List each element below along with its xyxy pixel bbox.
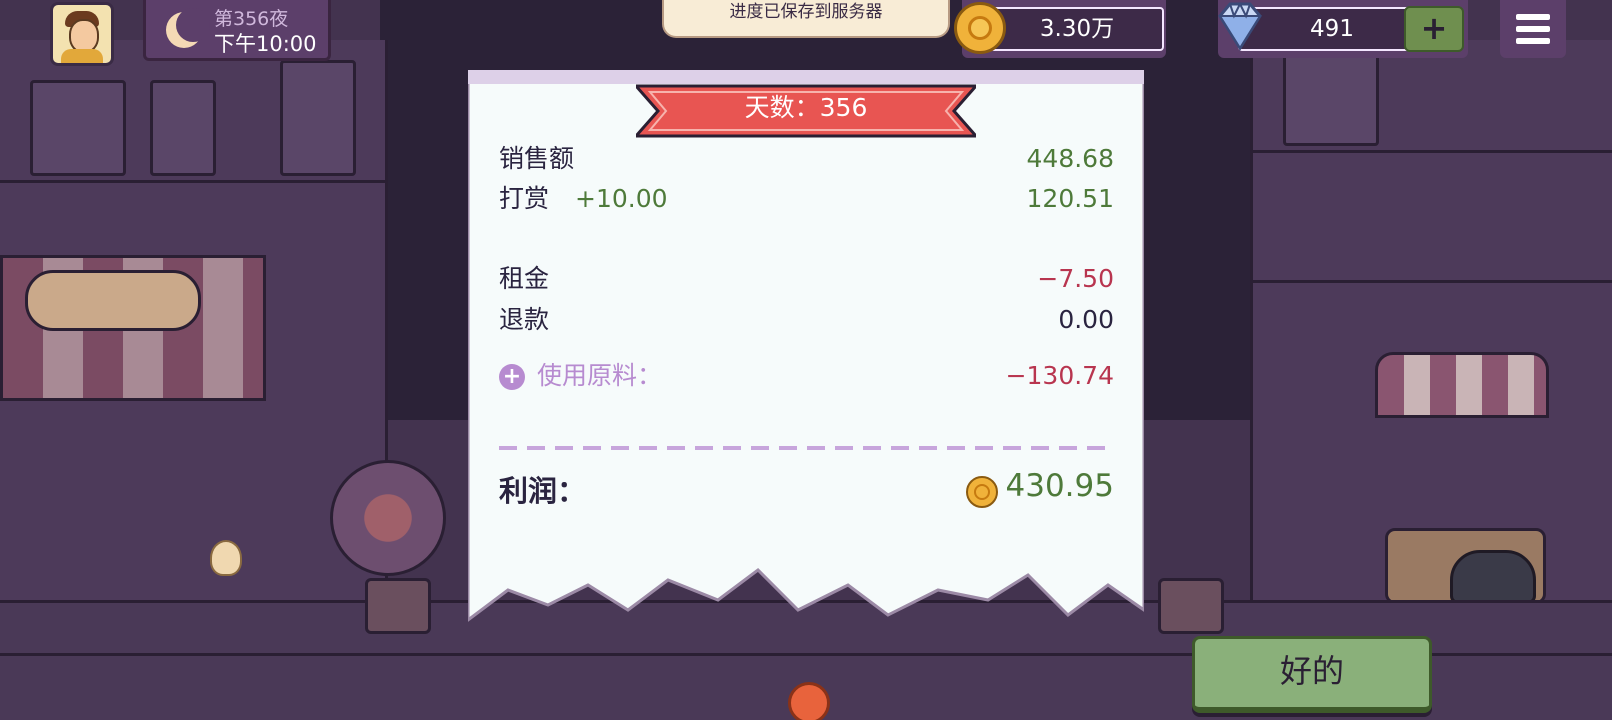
coin-amount: 3.30万 xyxy=(990,7,1164,51)
rent-row: 租金 −7.50 xyxy=(499,261,1114,297)
stool xyxy=(365,578,431,634)
day-time-panel: 第356夜 下午10:00 xyxy=(143,0,331,61)
diamond-icon xyxy=(1218,1,1262,51)
coin-counter: 3.30万 xyxy=(954,0,1166,58)
tips-row: 打赏 +10.00 120.51 xyxy=(499,181,1114,217)
rent-label: 租金 xyxy=(499,264,550,293)
refund-label: 退款 xyxy=(499,305,550,334)
materials-row[interactable]: + 使用原料： −130.74 xyxy=(499,358,1114,394)
menu-button[interactable] xyxy=(1500,0,1566,58)
bone-sign xyxy=(25,270,201,331)
save-toast: 进度已保存到服务器 xyxy=(662,0,950,38)
moon-icon xyxy=(166,8,210,48)
add-gems-button[interactable]: + xyxy=(1404,6,1464,52)
dropped-food xyxy=(210,540,242,576)
expand-plus-icon[interactable]: + xyxy=(499,364,525,390)
receipt-title: 天数：356 xyxy=(744,93,868,122)
materials-label: 使用原料： xyxy=(537,361,663,390)
sales-row: 销售额 448.68 xyxy=(499,141,1114,177)
flower-bicycle xyxy=(330,460,446,576)
divider xyxy=(499,446,1114,450)
profit-value: 430.95 xyxy=(1005,468,1114,504)
player-avatar[interactable] xyxy=(50,2,114,66)
materials-value: −130.74 xyxy=(1005,361,1114,390)
stool xyxy=(1158,578,1224,634)
coin-icon xyxy=(966,476,998,508)
sales-value: 448.68 xyxy=(1026,144,1114,173)
refund-row: 退款 0.00 xyxy=(499,302,1114,338)
rent-value: −7.50 xyxy=(1037,264,1114,293)
profit-label: 利润： xyxy=(499,474,587,508)
refund-value: 0.00 xyxy=(1058,305,1114,334)
tips-label: 打赏 xyxy=(499,184,550,213)
coin-drop-icon[interactable] xyxy=(788,682,830,720)
coin-icon xyxy=(954,2,1006,54)
sales-label: 销售额 xyxy=(499,144,575,173)
time-label: 下午10:00 xyxy=(214,32,317,56)
tips-bonus: +10.00 xyxy=(575,184,668,213)
sleeping-cat xyxy=(1450,550,1536,604)
tips-value: 120.51 xyxy=(1026,184,1114,213)
hamburger-icon xyxy=(1516,14,1550,20)
shop-awning xyxy=(1375,352,1549,418)
gem-counter: 491 + xyxy=(1218,0,1468,58)
day-label: 第356夜 xyxy=(214,8,289,30)
ok-button[interactable]: 好的 xyxy=(1192,636,1432,713)
